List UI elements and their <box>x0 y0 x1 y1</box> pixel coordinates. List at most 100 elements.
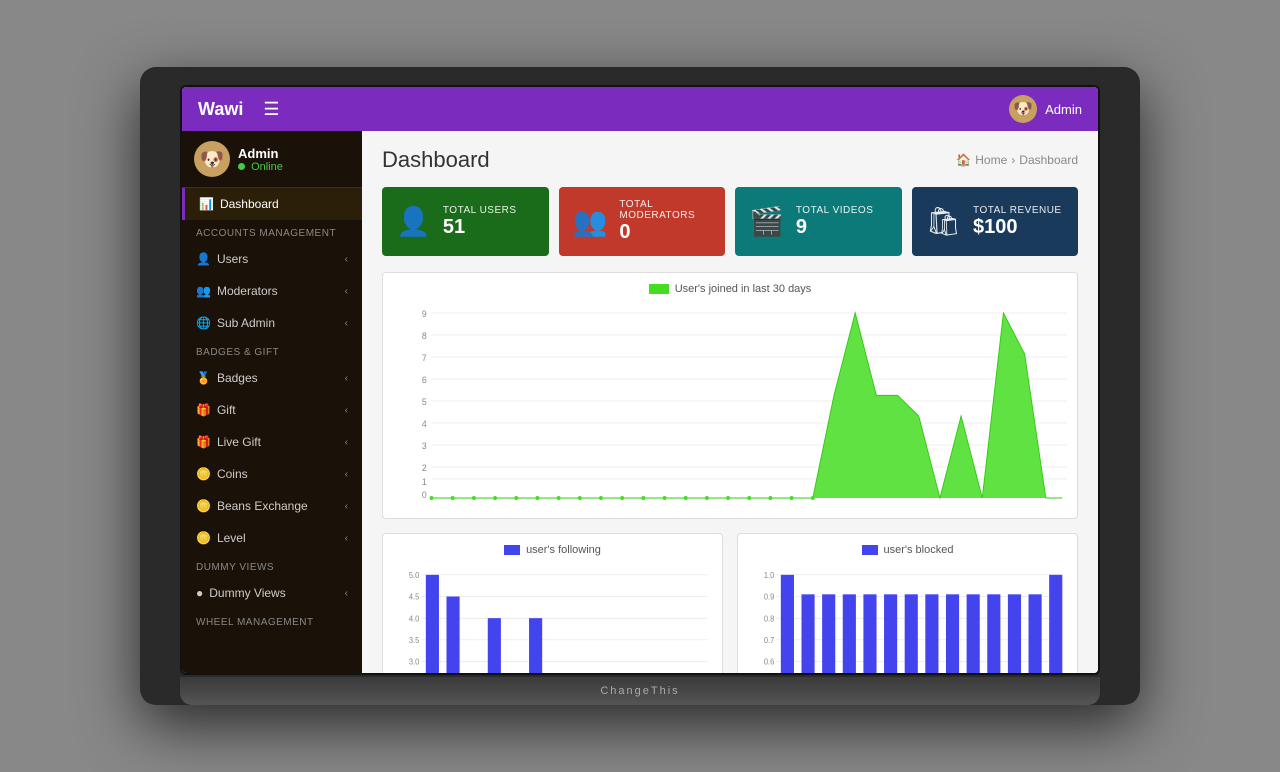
svg-text:3.5: 3.5 <box>409 636 420 646</box>
breadcrumb-separator: › <box>1011 153 1015 167</box>
stat-value-revenue: $100 <box>973 216 1062 239</box>
following-legend: user's following <box>393 544 712 556</box>
bar <box>822 594 835 673</box>
svg-text:4.5: 4.5 <box>409 592 420 602</box>
sidebar-item-live-gift[interactable]: 🎁Live Gift ‹ <box>182 426 362 458</box>
screen: Wawi ☰ 🐶 Admin 🐶 Admin <box>180 85 1100 675</box>
bar <box>987 594 1000 673</box>
bar <box>1008 594 1021 673</box>
svg-text:3: 3 <box>422 441 427 451</box>
admin-section: 🐶 Admin <box>1009 95 1082 123</box>
profile-status: Online <box>238 161 283 173</box>
blocked-chart: user's blocked 1.0 <box>737 533 1078 673</box>
sidebar-item-gift[interactable]: 🎁Gift ‹ <box>182 394 362 426</box>
stat-info-revenue: TOTAL REVENUE $100 <box>973 205 1062 239</box>
stat-value-moderators: 0 <box>619 221 711 244</box>
breadcrumb-home: Home <box>975 153 1007 167</box>
svg-text:0.8: 0.8 <box>764 614 775 624</box>
section-accounts-label: ACCOUNTS MANAGEMENT <box>182 220 362 243</box>
svg-text:4: 4 <box>422 419 427 429</box>
following-chart-svg: 5.0 4.5 4.0 3.5 3.0 2.5 <box>393 564 712 673</box>
breadcrumb: Dashboard 🏠 Home › Dashboard <box>382 147 1078 173</box>
profile-avatar: 🐶 <box>194 141 230 177</box>
profile-info: Admin Online <box>238 146 283 173</box>
videos-icon: 🎬 <box>749 205 784 238</box>
admin-avatar: 🐶 <box>1009 95 1037 123</box>
stat-card-videos: 🎬 TOTAL VIDEOS 9 <box>735 187 902 256</box>
blocked-legend-label: user's blocked <box>884 544 954 556</box>
bar <box>1049 575 1062 673</box>
sidebar-item-level[interactable]: 🪙Level ‹ <box>182 522 362 554</box>
home-icon: 🏠 <box>956 153 971 167</box>
laptop-frame: Wawi ☰ 🐶 Admin 🐶 Admin <box>140 67 1140 705</box>
sidebar-item-users[interactable]: 👤Users ‹ <box>182 243 362 275</box>
bar <box>863 594 876 673</box>
stat-label-users: TOTAL USERS <box>443 205 517 216</box>
svg-text:8: 8 <box>422 331 427 341</box>
stat-info-videos: TOTAL VIDEOS 9 <box>796 205 874 239</box>
menu-icon[interactable]: ☰ <box>263 99 279 120</box>
stat-value-users: 51 <box>443 216 517 239</box>
sidebar: 🐶 Admin Online 📊Dashboard A <box>182 131 362 673</box>
svg-text:0.6: 0.6 <box>764 657 775 667</box>
sidebar-item-moderators[interactable]: 👥Moderators ‹ <box>182 275 362 307</box>
stat-card-moderators: 👥 TOTAL MODERATORS 0 <box>559 187 726 256</box>
laptop-base: ChangeThis <box>180 677 1100 705</box>
stat-info-moderators: TOTAL MODERATORS 0 <box>619 199 711 244</box>
sidebar-profile: 🐶 Admin Online <box>182 131 362 188</box>
sidebar-item-badges[interactable]: 🏅Badges ‹ <box>182 362 362 394</box>
sidebar-item-dummy-views[interactable]: ●Dummy Views ‹ <box>182 577 362 609</box>
bar <box>801 594 814 673</box>
following-legend-label: user's following <box>526 544 601 556</box>
stat-info-users: TOTAL USERS 51 <box>443 205 517 239</box>
svg-text:0: 0 <box>422 490 427 500</box>
bar <box>446 597 459 674</box>
admin-label: Admin <box>1045 102 1082 117</box>
app: Wawi ☰ 🐶 Admin 🐶 Admin <box>182 87 1098 673</box>
svg-text:7: 7 <box>422 353 427 363</box>
main-body: 🐶 Admin Online 📊Dashboard A <box>182 131 1098 673</box>
breadcrumb-current: Dashboard <box>1019 153 1078 167</box>
users-icon: 👤 <box>396 205 431 238</box>
blocked-legend: user's blocked <box>748 544 1067 556</box>
top-header: Wawi ☰ 🐶 Admin <box>182 87 1098 131</box>
stat-value-videos: 9 <box>796 216 874 239</box>
bar <box>925 594 938 673</box>
stat-card-users: 👤 TOTAL USERS 51 <box>382 187 549 256</box>
bar <box>967 594 980 673</box>
bar <box>884 594 897 673</box>
bar <box>781 575 794 673</box>
sidebar-item-sub-admin[interactable]: 🌐Sub Admin ‹ <box>182 307 362 339</box>
bar <box>1029 594 1042 673</box>
bar <box>488 618 501 673</box>
sidebar-item-dashboard[interactable]: 📊Dashboard <box>182 188 362 220</box>
bar <box>905 594 918 673</box>
svg-text:9: 9 <box>422 309 427 319</box>
svg-text:3.0: 3.0 <box>409 657 420 667</box>
bottom-charts: user's following 5 <box>382 533 1078 673</box>
revenue-icon: 🛍 <box>926 205 962 238</box>
sidebar-item-coins[interactable]: 🪙Coins ‹ <box>182 458 362 490</box>
svg-text:0.9: 0.9 <box>764 592 775 602</box>
stat-label-moderators: TOTAL MODERATORS <box>619 199 711 221</box>
section-dummy-label: Dummy Views <box>182 554 362 577</box>
svg-text:4.0: 4.0 <box>409 614 420 624</box>
bar <box>843 594 856 673</box>
following-legend-color <box>504 545 520 555</box>
moderators-icon: 👥 <box>573 205 608 238</box>
main-chart-svg: 9 8 7 6 5 4 3 2 1 0 <box>393 303 1067 503</box>
section-badges-label: BADGES & GIFT <box>182 339 362 362</box>
svg-text:2: 2 <box>422 463 427 473</box>
stat-cards: 👤 TOTAL USERS 51 👥 TOTAL MODERATORS 0 <box>382 187 1078 256</box>
legend-color-users-joined <box>649 284 669 294</box>
content-area: Dashboard 🏠 Home › Dashboard 👤 <box>362 131 1098 673</box>
status-dot <box>238 163 245 170</box>
svg-text:1: 1 <box>422 477 427 487</box>
svg-text:5: 5 <box>422 397 427 407</box>
bar <box>946 594 959 673</box>
following-chart: user's following 5 <box>382 533 723 673</box>
svg-text:5.0: 5.0 <box>409 571 420 581</box>
main-chart-container: User's joined in last 30 days <box>382 272 1078 519</box>
sidebar-item-beans-exchange[interactable]: 🪙Beans Exchange ‹ <box>182 490 362 522</box>
svg-text:1.0: 1.0 <box>764 571 775 581</box>
